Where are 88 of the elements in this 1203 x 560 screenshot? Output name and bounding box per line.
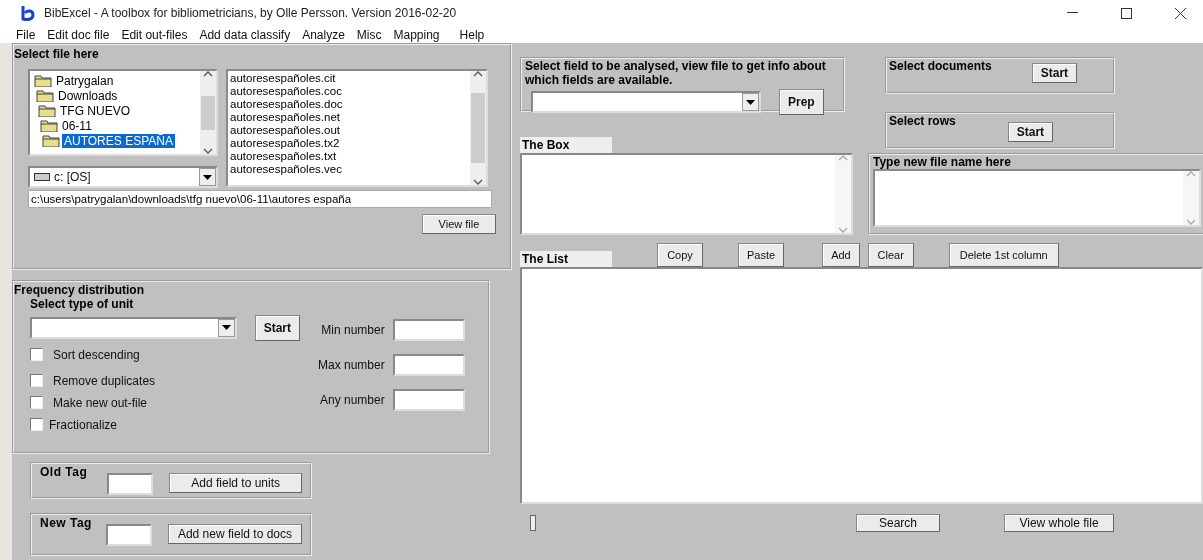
menu-item[interactable]: Help: [459, 27, 485, 42]
tag-label: New Tag: [40, 515, 92, 530]
add-field-button[interactable]: Add field to units: [169, 473, 302, 494]
checkbox[interactable]: [30, 396, 43, 410]
box-label: The Box: [520, 137, 612, 153]
folder-icon: [36, 89, 54, 102]
number-field[interactable]: [392, 353, 465, 376]
number-field[interactable]: [392, 318, 465, 341]
field-label: Any number: [320, 392, 385, 407]
close-icon: [1174, 7, 1186, 19]
folder-item[interactable]: Downloads: [30, 88, 200, 103]
menu-item[interactable]: Edit out-files: [121, 27, 188, 42]
field-label: Select type of unit: [30, 296, 134, 311]
dropdown-arrow-icon: [203, 174, 212, 180]
add-field-button[interactable]: Add new field to docs: [167, 523, 302, 544]
bottom-button[interactable]: Search: [856, 514, 940, 532]
tag-field[interactable]: [105, 523, 152, 546]
field-label: Select field to be analysed, view file to get info about which fields are available.: [525, 59, 826, 87]
document-filename-entry[interactable]: autoresespañoles.net: [230, 111, 468, 124]
document-filename-entry[interactable]: autoresespañoles.coc: [230, 85, 468, 98]
folder-item[interactable]: TFG NUEVO: [30, 103, 200, 118]
drive-icon: [34, 173, 50, 181]
dropdown-arrow-icon: [221, 325, 231, 331]
list-action-button[interactable]: Delete 1st column: [948, 243, 1059, 267]
field-label: Max number: [318, 357, 385, 372]
tag-label: Old Tag: [40, 465, 88, 480]
file-name-field[interactable]: [873, 169, 1201, 227]
scroll-up-icon[interactable]: [203, 71, 213, 77]
menu-item[interactable]: Edit doc file: [47, 27, 110, 42]
field-label: Min number: [321, 322, 385, 337]
document-filename-entry[interactable]: autoresespañoles.txt: [230, 150, 468, 163]
box-text-area[interactable]: [520, 153, 853, 235]
menu-item[interactable]: Mapping: [393, 27, 440, 42]
menu-item[interactable]: File: [16, 27, 36, 42]
path-field[interactable]: c:\users\patrygalan\downloads\tfg nuevo\06-11\autores españa: [28, 190, 492, 208]
progress-indicator-icon: [530, 515, 536, 531]
menu-item[interactable]: Analyze: [302, 27, 345, 42]
list-action-button[interactable]: Copy: [657, 243, 703, 267]
menu-item[interactable]: Add data classify: [199, 27, 291, 42]
drive-dropdown[interactable]: c: [OS]: [28, 166, 218, 188]
checkbox[interactable]: [30, 348, 43, 362]
scroll-down-icon[interactable]: [203, 148, 213, 154]
bottom-button[interactable]: View whole file: [1004, 514, 1114, 532]
checkbox-label: Sort descending: [53, 347, 140, 362]
scrollbar[interactable]: [200, 71, 216, 154]
list-action-button[interactable]: Clear: [867, 243, 914, 267]
view-file-button[interactable]: View file: [422, 214, 496, 234]
scrollbar[interactable]: [470, 71, 486, 185]
number-field[interactable]: [392, 388, 465, 411]
checkbox[interactable]: [30, 374, 43, 388]
checkbox[interactable]: [30, 418, 43, 432]
checkbox-label: Remove duplicates: [53, 373, 156, 388]
minimize-icon: [1066, 12, 1078, 14]
document-filename-entry[interactable]: autoresespañoles.tx2: [230, 137, 468, 150]
checkbox-label: Make new out-file: [53, 395, 148, 410]
scroll-up-icon[interactable]: [473, 71, 483, 77]
prep-button[interactable]: Prep: [779, 89, 824, 115]
menu-item[interactable]: Misc: [356, 27, 382, 42]
panel-title: Type new file name here: [873, 155, 1011, 169]
document-filename-entry[interactable]: autoresespañoles.doc: [230, 98, 468, 111]
list-action-button[interactable]: Add: [822, 243, 860, 267]
start-button[interactable]: Start: [1031, 63, 1078, 83]
folder-icon: [40, 119, 58, 132]
document-filename-entry[interactable]: autoresespañoles.out: [230, 124, 468, 137]
folder-icon: [38, 104, 56, 117]
unit-dropdown[interactable]: [30, 316, 237, 339]
folder-icon: [42, 134, 60, 147]
tag-field[interactable]: [107, 473, 154, 496]
list-label: The List: [520, 251, 612, 267]
panel-title: Select rows: [889, 114, 956, 128]
panel-title: Select file here: [14, 47, 99, 61]
start-button[interactable]: Start: [254, 314, 300, 341]
window-title: BibExcel - A toolbox for bibliometricians, by Olle Persson. Version 2016-02-20: [44, 6, 458, 20]
scroll-down-icon[interactable]: [473, 179, 483, 185]
app-logo-icon: [20, 5, 36, 21]
panel-title: Select documents: [889, 59, 992, 73]
start-button[interactable]: Start: [1007, 122, 1054, 142]
folder-item[interactable]: 06-11: [30, 118, 200, 133]
folder-icon: [34, 74, 52, 87]
panel-title: Frequency distribution: [14, 282, 144, 297]
folder-item[interactable]: Patrygalan: [30, 73, 200, 88]
field-dropdown[interactable]: [531, 91, 761, 113]
checkbox-label: Fractionalize: [49, 417, 118, 432]
dropdown-arrow-icon: [746, 99, 755, 105]
document-filename-entry[interactable]: autoresespañoles.vec: [230, 163, 468, 176]
list-action-button[interactable]: Paste: [738, 243, 785, 267]
maximize-icon: [1120, 7, 1132, 19]
document-filename-entry[interactable]: autoresespañoles.cit: [230, 72, 468, 85]
